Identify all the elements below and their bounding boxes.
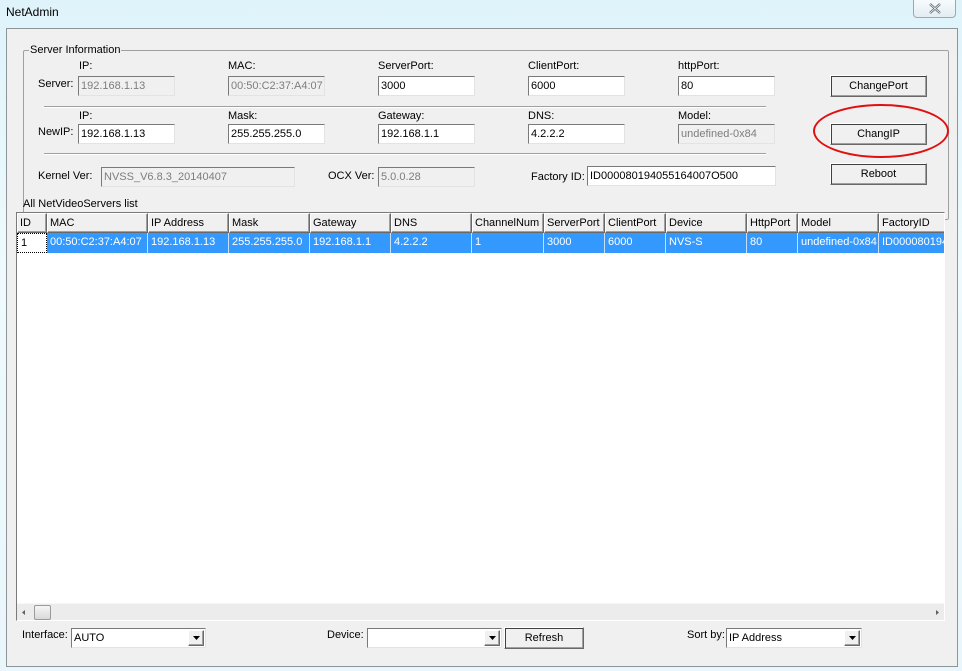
column-header-httpport[interactable]: HttpPort bbox=[747, 213, 798, 233]
column-header-gateway[interactable]: Gateway bbox=[310, 213, 391, 233]
table-cell: 6000 bbox=[605, 233, 666, 253]
column-header-id[interactable]: ID bbox=[17, 213, 47, 233]
newip-mask-field[interactable]: 255.255.255.0 bbox=[228, 124, 325, 144]
newip-mask-label: Mask: bbox=[228, 110, 258, 122]
server-serverport-label: ServerPort: bbox=[378, 60, 434, 72]
column-header-mac[interactable]: MAC bbox=[47, 213, 148, 233]
table-cell: 00:50:C2:37:A4:07 bbox=[47, 233, 148, 253]
refresh-button[interactable]: Refresh bbox=[504, 627, 584, 649]
server-httpport-label: httpPort: bbox=[678, 60, 720, 72]
device-dropdown[interactable] bbox=[367, 628, 502, 648]
newip-model-label: Model: bbox=[678, 110, 712, 122]
scroll-left-arrow-icon[interactable] bbox=[19, 607, 29, 618]
newip-ip-field[interactable]: 192.168.1.13 bbox=[78, 124, 175, 144]
factory-id-field[interactable]: ID000080194055164007O500 bbox=[587, 166, 776, 186]
table-cell: 4.2.2.2 bbox=[391, 233, 472, 253]
column-header-factoryid[interactable]: FactoryID bbox=[879, 213, 944, 233]
server-mac-label: MAC: bbox=[228, 60, 256, 72]
newip-dns-field[interactable]: 4.2.2.2 bbox=[528, 124, 625, 144]
server-list[interactable]: ID MAC IP Address Mask Gateway DNS ChannelNum S… bbox=[16, 212, 945, 621]
kernel-ver-label: Kernel Ver: bbox=[38, 170, 93, 182]
chevron-down-icon[interactable] bbox=[188, 630, 204, 646]
sort-by-dropdown[interactable]: IP Address bbox=[726, 628, 862, 648]
server-ip-field: 192.168.1.13 bbox=[78, 76, 175, 96]
change-ip-button[interactable]: ChangIP bbox=[830, 123, 927, 145]
server-information-title: Server Information bbox=[29, 44, 122, 56]
column-header-ip-address[interactable]: IP Address bbox=[148, 213, 229, 233]
server-clientport-label: ClientPort: bbox=[528, 60, 580, 72]
sort-by-value: IP Address bbox=[729, 632, 782, 644]
table-cell: 1 bbox=[17, 233, 47, 253]
scrollbar-thumb[interactable] bbox=[34, 605, 51, 620]
interface-dropdown[interactable]: AUTO bbox=[71, 628, 206, 648]
server-httpport-field[interactable]: 80 bbox=[678, 76, 775, 96]
table-cell: 80 bbox=[747, 233, 798, 253]
table-cell: NVS-S bbox=[666, 233, 747, 253]
kernel-ver-field: NVSS_V6.8.3_20140407 bbox=[101, 167, 295, 187]
column-header-clientport[interactable]: ClientPort bbox=[605, 213, 666, 233]
server-row-label: Server: bbox=[38, 78, 74, 90]
close-x-icon bbox=[928, 3, 941, 14]
column-header-serverport[interactable]: ServerPort bbox=[544, 213, 605, 233]
table-cell: 192.168.1.1 bbox=[310, 233, 391, 253]
column-header-dns[interactable]: DNS bbox=[391, 213, 472, 233]
newip-row-label: NewIP: bbox=[38, 126, 74, 138]
change-port-button[interactable]: ChangePort bbox=[830, 75, 927, 97]
table-cell: 255.255.255.0 bbox=[229, 233, 310, 253]
column-header-model[interactable]: Model bbox=[798, 213, 879, 233]
window-title: NetAdmin bbox=[6, 5, 59, 19]
list-header: ID MAC IP Address Mask Gateway DNS ChannelNum S… bbox=[17, 213, 944, 233]
table-row[interactable]: 1 00:50:C2:37:A4:07 192.168.1.13 255.255.25… bbox=[17, 233, 944, 253]
table-cell: 1 bbox=[472, 233, 544, 253]
close-button[interactable] bbox=[913, 0, 956, 18]
factory-id-label: Factory ID: bbox=[531, 171, 585, 183]
interface-value: AUTO bbox=[74, 632, 105, 644]
newip-gateway-field[interactable]: 192.168.1.1 bbox=[378, 124, 475, 144]
table-cell: ID000080194055164007O500 bbox=[879, 233, 944, 253]
sort-by-label: Sort by: bbox=[687, 629, 725, 641]
newip-gateway-label: Gateway: bbox=[378, 110, 425, 122]
ocx-ver-label: OCX Ver: bbox=[328, 170, 375, 182]
separator bbox=[44, 106, 766, 108]
newip-ip-label: IP: bbox=[79, 110, 93, 122]
dialog-client-area: Server Information IP: MAC: ServerPort: … bbox=[6, 28, 958, 667]
table-cell: undefined-0x84 bbox=[798, 233, 879, 253]
title-bar: NetAdmin bbox=[0, 0, 962, 28]
server-mac-field: 00:50:C2:37:A4:07 bbox=[228, 76, 325, 96]
scroll-right-arrow-icon[interactable] bbox=[932, 607, 942, 618]
server-serverport-field[interactable]: 3000 bbox=[378, 76, 475, 96]
interface-label: Interface: bbox=[22, 629, 68, 641]
reboot-button[interactable]: Reboot bbox=[830, 163, 927, 185]
chevron-down-icon[interactable] bbox=[844, 630, 860, 646]
newip-dns-label: DNS: bbox=[528, 110, 555, 122]
table-cell: 3000 bbox=[544, 233, 605, 253]
ocx-ver-field: 5.0.0.28 bbox=[378, 167, 475, 187]
column-header-channelnum[interactable]: ChannelNum bbox=[472, 213, 544, 233]
server-list-title: All NetVideoServers list bbox=[23, 198, 138, 210]
newip-model-field: undefined-0x84 bbox=[678, 124, 775, 144]
chevron-down-icon[interactable] bbox=[484, 630, 500, 646]
device-label: Device: bbox=[327, 629, 364, 641]
column-header-mask[interactable]: Mask bbox=[229, 213, 310, 233]
separator bbox=[44, 153, 766, 155]
server-ip-label: IP: bbox=[79, 60, 93, 72]
table-cell: 192.168.1.13 bbox=[148, 233, 229, 253]
column-header-device[interactable]: Device bbox=[666, 213, 747, 233]
horizontal-scrollbar[interactable] bbox=[17, 603, 944, 620]
server-clientport-field[interactable]: 6000 bbox=[528, 76, 625, 96]
